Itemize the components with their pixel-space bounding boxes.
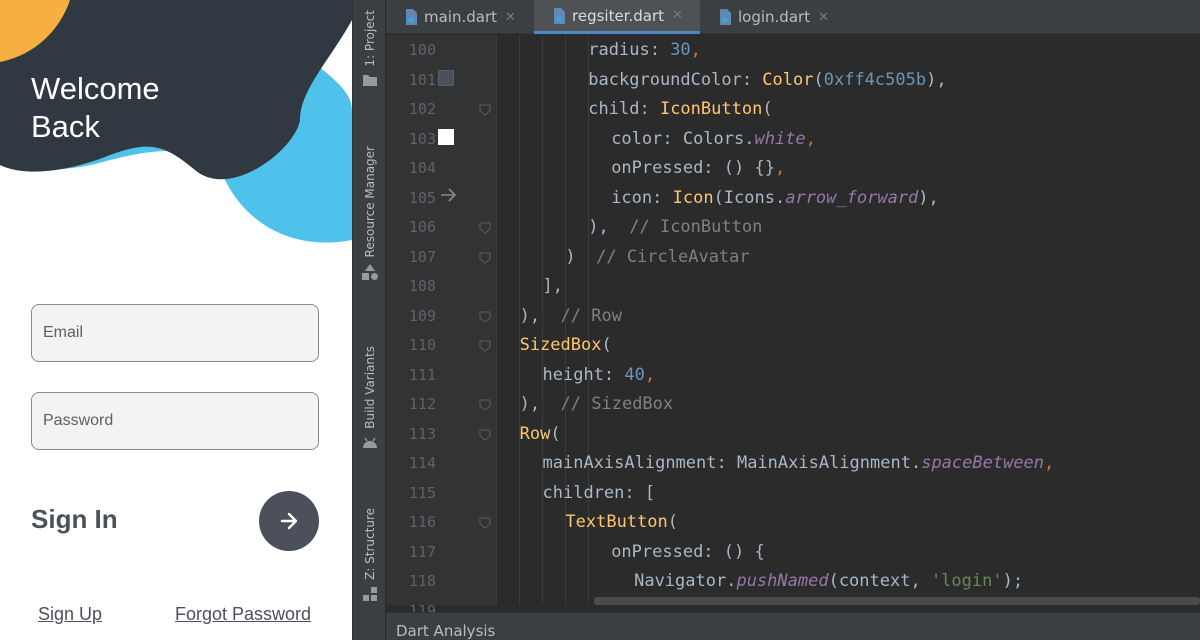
code-line: onPressed: () {}, [611, 158, 786, 178]
tab-main-dart[interactable]: main.dart ✕ [386, 0, 534, 34]
tool-tab-label: Resource Manager [363, 146, 377, 258]
arrow-forward-icon [441, 188, 457, 202]
line-number: 113 [408, 424, 436, 443]
fold-marker-icon[interactable] [479, 429, 491, 441]
code-line: Row( [519, 423, 561, 444]
tab-label: main.dart [424, 8, 498, 26]
tab-login-dart[interactable]: login.dart ✕ [700, 0, 850, 34]
line-number: 118 [408, 572, 436, 590]
sign-up-link[interactable]: Sign Up [38, 604, 102, 625]
code-line: height: 40, [542, 364, 656, 385]
dart-file-icon [554, 7, 565, 24]
code-line: child: IconButton( [588, 99, 773, 119]
tool-tab-project[interactable]: 1: Project [353, 10, 387, 87]
code-line: Navigator.pushNamed(context, 'login'); [634, 571, 1034, 591]
code-line: SizedBox( [519, 335, 612, 355]
fold-marker-icon[interactable] [479, 222, 491, 234]
line-number: 103 [408, 129, 436, 148]
tool-window-strip: 1: Project Resource Manager Build Varian… [352, 0, 386, 640]
code-line: children: [ [542, 482, 656, 503]
tab-regsiter-dart[interactable]: regsiter.dart ✕ [534, 0, 700, 34]
editor-gutter: 100 101 102 103 104 105 106 107 108 109 110 111 112 1… [386, 35, 496, 620]
line-number: 100 [408, 41, 436, 59]
dart-analysis-tab[interactable]: Dart Analysis [396, 622, 495, 640]
tool-tab-resource-manager[interactable]: Resource Manager [353, 146, 387, 281]
tool-tab-label: Build Variants [363, 346, 377, 429]
fold-marker-icon[interactable] [479, 517, 491, 529]
code-line: onPressed: () { [611, 541, 765, 562]
code-line: ), // IconButton [588, 217, 763, 237]
code-line: ], [542, 276, 563, 296]
tool-tab-label: Z: Structure [363, 508, 377, 580]
line-number: 114 [408, 454, 436, 472]
code-editor[interactable]: radius: 30, backgroundColor: Color(0xff4c… [496, 35, 1200, 605]
tool-tab-label: 1: Project [363, 10, 377, 67]
line-number: 115 [408, 483, 436, 502]
line-number: 116 [408, 513, 436, 531]
code-line: backgroundColor: Color(0xff4c505b), [588, 69, 947, 90]
line-number: 101 [408, 70, 436, 89]
line-number: 112 [408, 395, 436, 413]
code-line: radius: 30, [588, 40, 701, 60]
dart-file-icon [720, 9, 731, 25]
password-input[interactable] [32, 393, 318, 449]
close-icon[interactable]: ✕ [672, 8, 683, 23]
shapes-icon [362, 264, 378, 281]
line-number: 117 [408, 542, 436, 561]
code-line: mainAxisAlignment: MainAxisAlignment.spa… [542, 453, 1055, 473]
dart-file-icon [406, 9, 417, 25]
code-line: ), // SizedBox [519, 394, 674, 414]
sign-in-label: Sign In [31, 504, 118, 534]
code-line: icon: Icon(Icons.arrow_forward), [611, 187, 939, 208]
editor-tab-bar: main.dart ✕ regsiter.dart ✕ login.dart ✕ [386, 0, 1200, 34]
fold-marker-icon[interactable] [479, 104, 491, 116]
fold-marker-icon[interactable] [479, 399, 491, 411]
horizontal-scrollbar[interactable] [594, 597, 1200, 605]
code-line: TextButton( [565, 512, 678, 532]
email-input[interactable] [32, 305, 318, 361]
line-number: 109 [408, 306, 436, 325]
code-line: ) // CircleAvatar [565, 246, 750, 267]
line-number: 108 [408, 277, 436, 295]
fold-marker-icon[interactable] [479, 340, 491, 352]
welcome-title: Welcome Back [31, 71, 160, 144]
bottom-tool-bar: Dart Analysis [386, 612, 1200, 640]
tab-label: regsiter.dart [572, 6, 664, 25]
password-field[interactable] [31, 392, 319, 450]
close-icon[interactable]: ✕ [818, 10, 829, 25]
structure-icon [363, 586, 377, 601]
tool-tab-structure[interactable]: Z: Structure [353, 508, 387, 602]
color-swatch-icon[interactable] [438, 70, 454, 86]
arrow-forward-icon [280, 512, 298, 530]
close-icon[interactable]: ✕ [505, 10, 516, 25]
fold-marker-icon[interactable] [479, 252, 491, 264]
line-number: 110 [408, 336, 436, 354]
line-number: 106 [408, 218, 436, 236]
color-swatch-icon[interactable] [438, 129, 454, 145]
sign-in-button[interactable] [259, 491, 319, 551]
line-number: 104 [408, 159, 436, 177]
tab-label: login.dart [738, 8, 811, 26]
line-number: 111 [408, 365, 436, 384]
folder-icon [363, 74, 377, 86]
phone-preview: Welcome Back Sign In Sign Up Forgot Pass… [0, 0, 352, 640]
email-field[interactable] [31, 304, 319, 362]
fold-marker-icon[interactable] [479, 311, 491, 323]
forgot-password-link[interactable]: Forgot Password [175, 604, 311, 625]
line-number: 105 [408, 188, 436, 207]
line-number: 107 [408, 247, 436, 266]
code-line: ), // Row [519, 305, 622, 326]
code-line: color: Colors.white, [611, 128, 816, 149]
line-number: 102 [408, 100, 436, 118]
android-icon [363, 437, 377, 448]
tool-tab-build-variants[interactable]: Build Variants [353, 346, 387, 449]
